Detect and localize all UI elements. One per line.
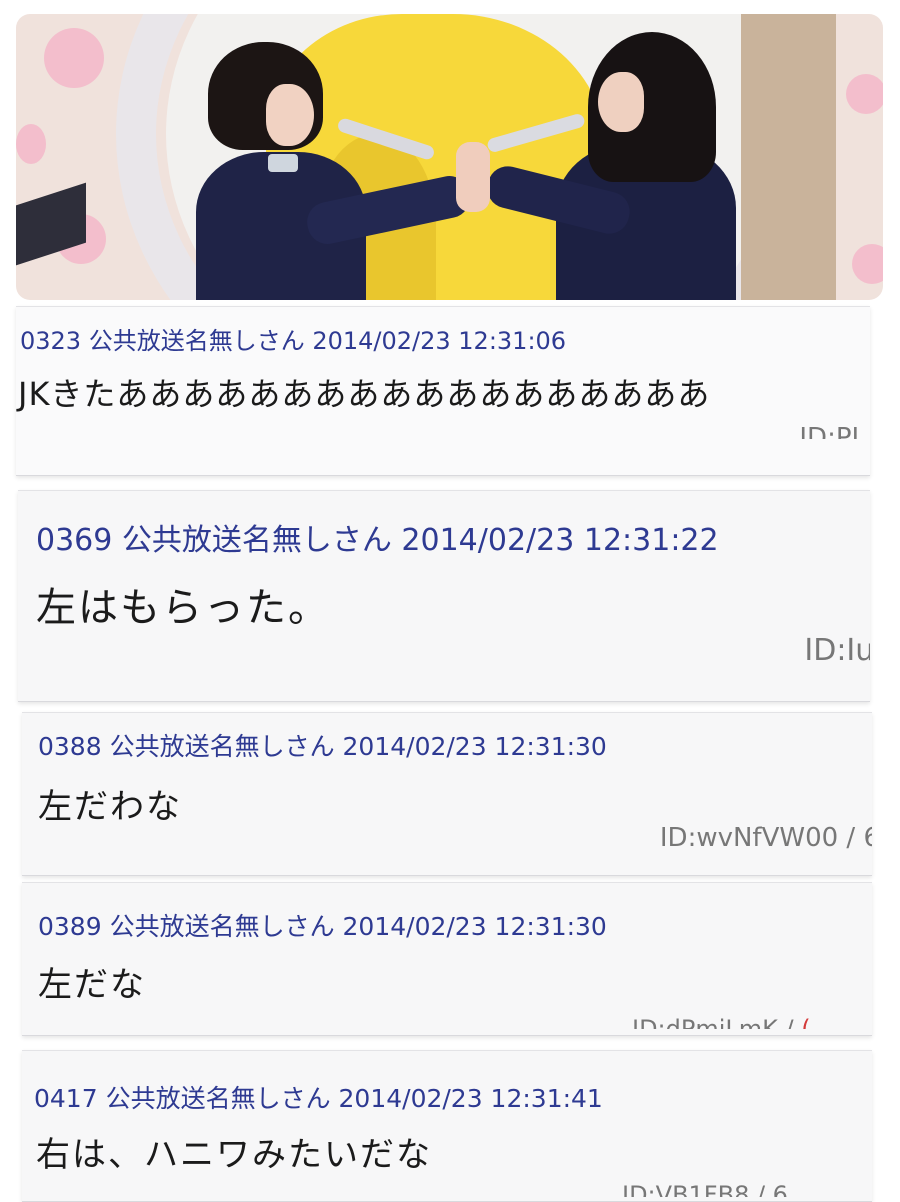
poster-id-text: ID:dPmiLmK / — [632, 1015, 794, 1029]
poster-id: ID:PL — [799, 423, 866, 439]
pink-dot — [16, 124, 46, 164]
post-header[interactable]: 0417 公共放送名無しさん 2014/02/23 12:31:41 — [34, 1079, 603, 1115]
right-singer-face — [598, 72, 644, 132]
left-singer-collar — [268, 154, 298, 172]
thread-post-0388: 0388 公共放送名無しさん 2014/02/23 12:31:30 左だわな … — [22, 712, 872, 876]
thread-post-0417: 0417 公共放送名無しさん 2014/02/23 12:31:41 右は、ハニ… — [22, 1050, 872, 1202]
post-body: 左だわな — [38, 787, 182, 827]
post-header[interactable]: 0323 公共放送名無しさん 2014/02/23 12:31:06 — [20, 321, 566, 356]
stage-photo — [16, 14, 883, 300]
thread-post-0323: 0323 公共放送名無しさん 2014/02/23 12:31:06 JKきたあ… — [16, 306, 870, 476]
thread-post-0389: 0389 公共放送名無しさん 2014/02/23 12:31:30 左だな I… — [22, 882, 872, 1036]
stage-pillar — [741, 14, 836, 300]
poster-id: ID:VB1FB8 / 6 — [622, 1181, 788, 1197]
post-header[interactable]: 0369 公共放送名無しさん 2014/02/23 12:31:22 — [36, 515, 719, 559]
poster-id-suffix: ( — [801, 1015, 811, 1029]
post-header[interactable]: 0389 公共放送名無しさん 2014/02/23 12:31:30 — [38, 907, 607, 943]
post-body: 左だな — [38, 965, 146, 1005]
post-body: 右は、ハニワみたいだな — [36, 1135, 432, 1175]
pink-dot — [44, 28, 104, 88]
poster-id: ID:Iu( — [804, 633, 870, 668]
post-header[interactable]: 0388 公共放送名無しさん 2014/02/23 12:31:30 — [38, 727, 607, 763]
pink-dot — [846, 74, 883, 114]
post-body: 左はもらった。 — [36, 585, 330, 631]
post-body: JKきたああああああああああああああああああ — [18, 375, 711, 413]
thread-post-0369: 0369 公共放送名無しさん 2014/02/23 12:31:22 左はもらっ… — [18, 490, 870, 702]
touching-hands — [456, 142, 490, 212]
pink-dot — [852, 244, 883, 284]
poster-id: ID:dPmiLmK / ( — [632, 1015, 811, 1029]
poster-id: ID:wvNfVW00 / 6 — [659, 823, 872, 853]
left-singer-face — [266, 84, 314, 146]
